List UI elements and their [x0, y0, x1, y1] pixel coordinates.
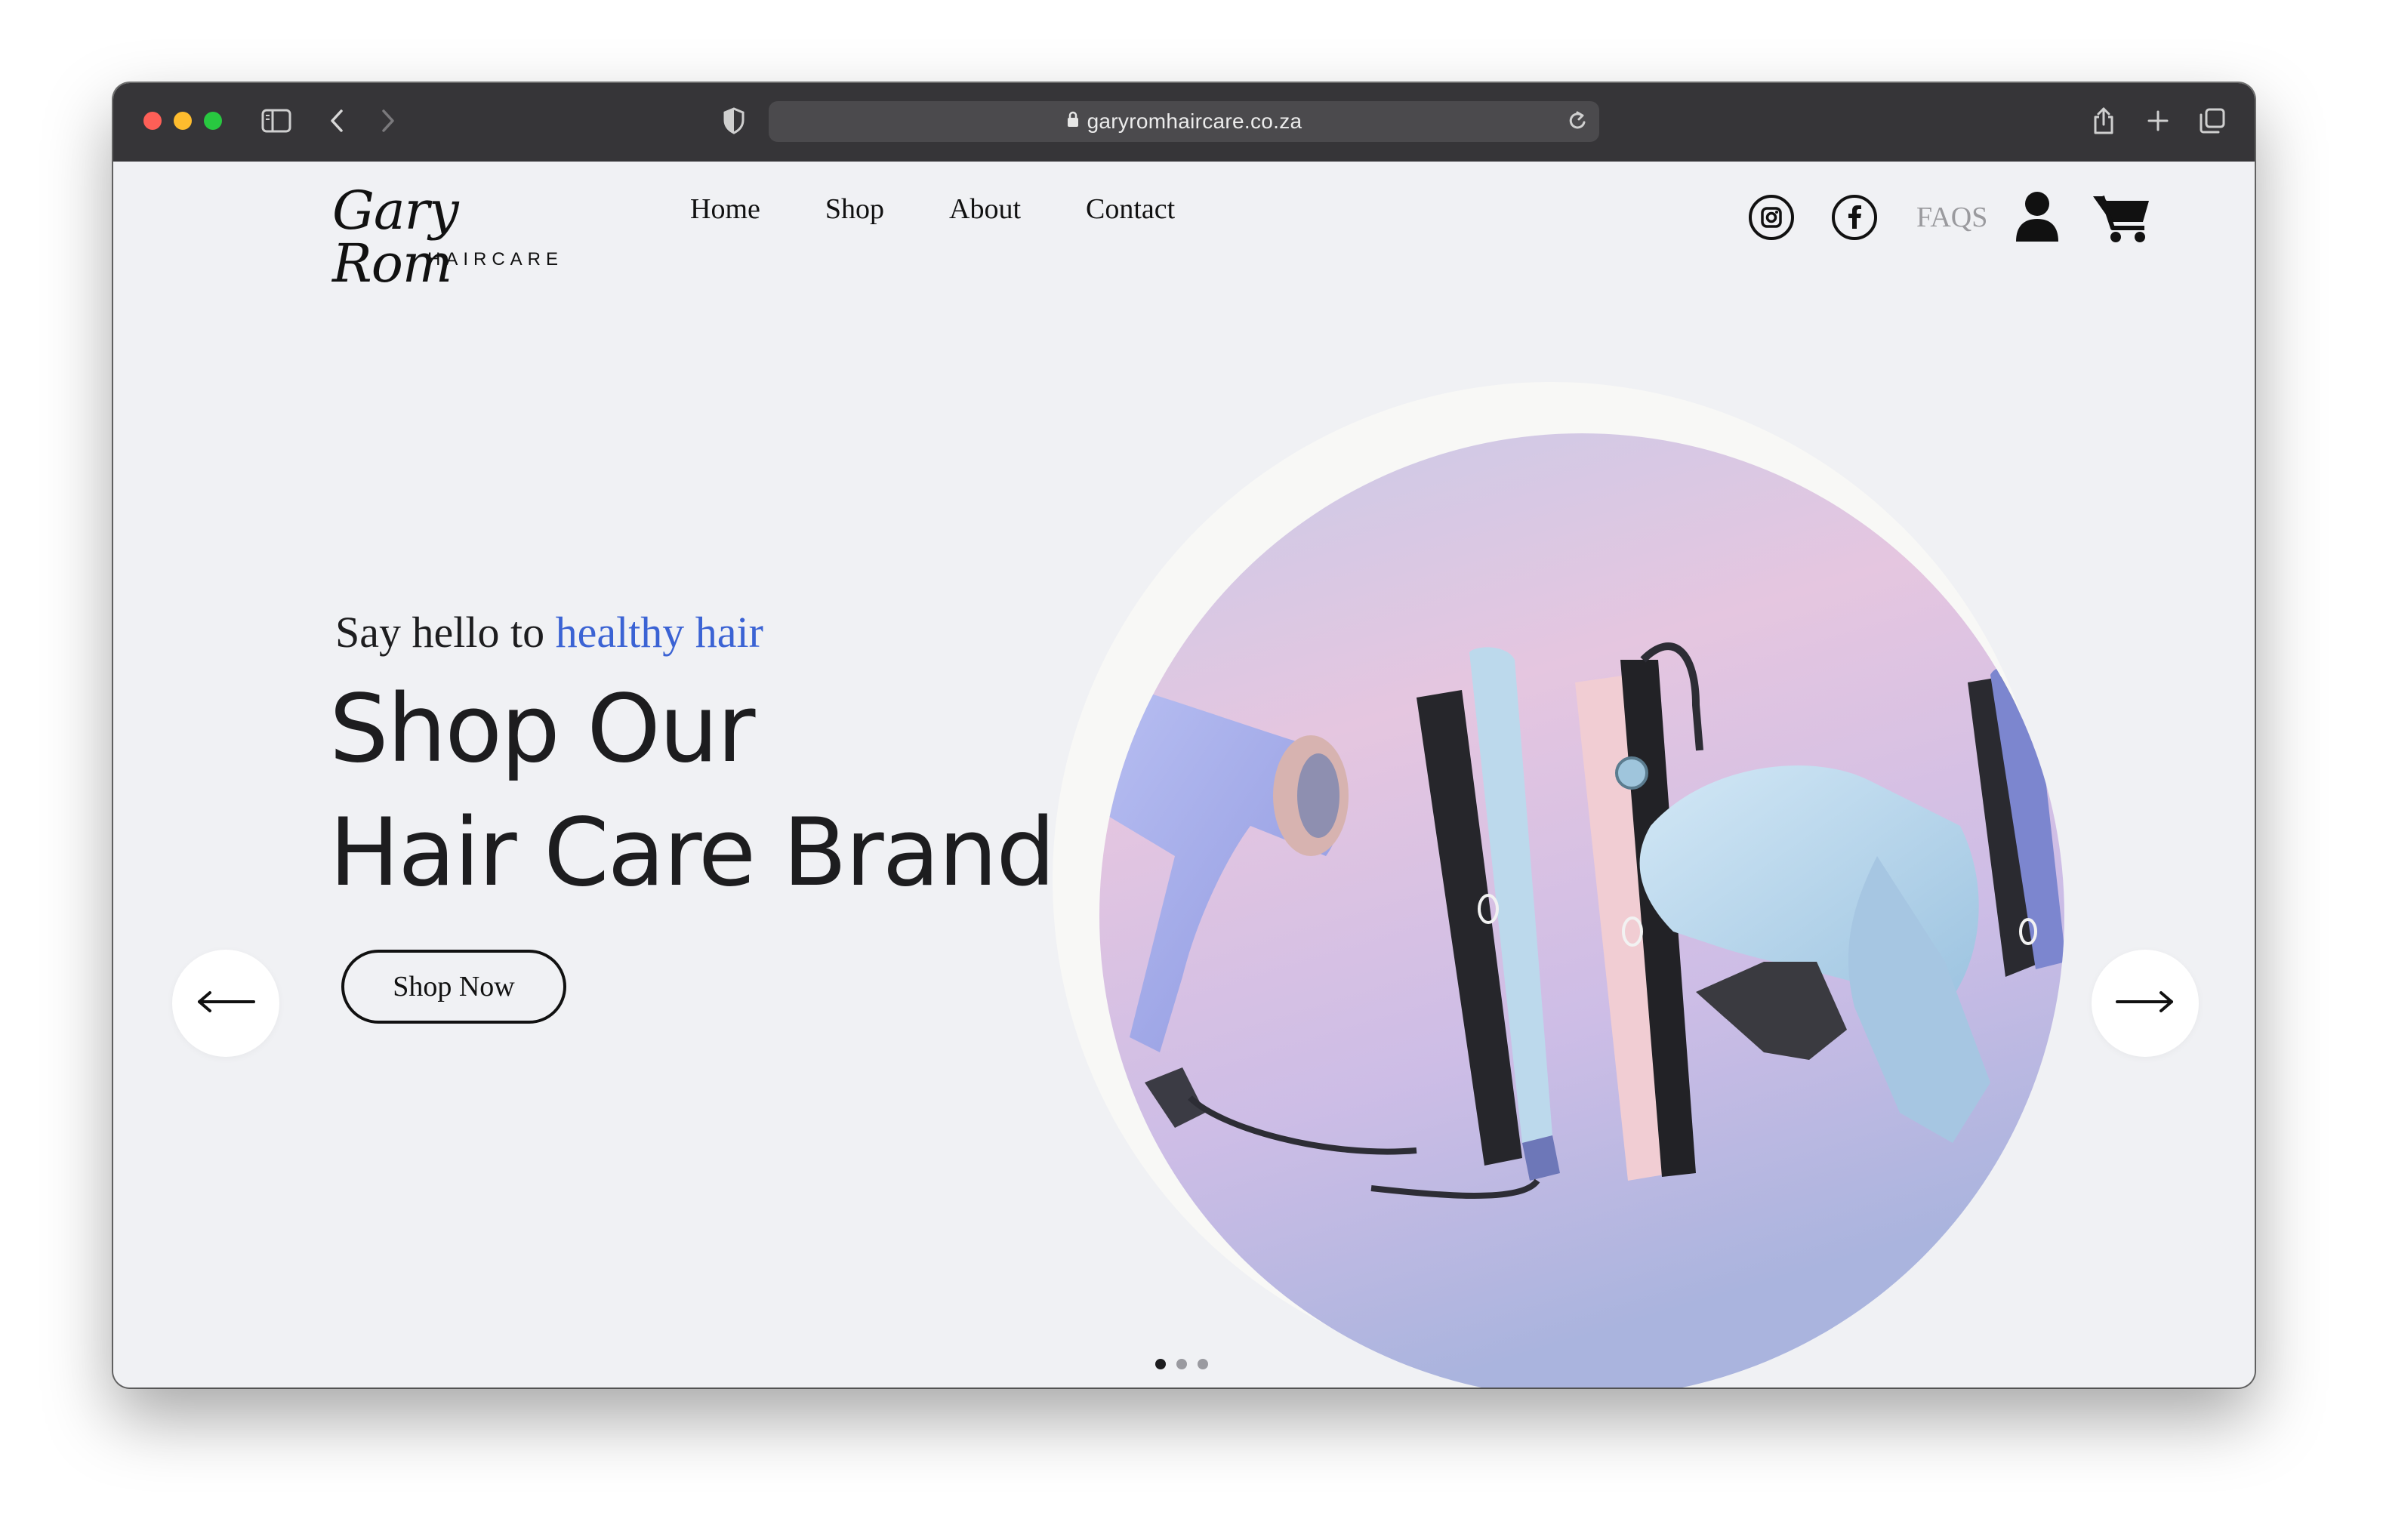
logo-subtitle: HAIRCARE — [427, 249, 564, 270]
instagram-icon[interactable] — [1749, 195, 1794, 240]
headline-line-1: Shop Our — [329, 675, 755, 784]
new-tab-icon[interactable] — [2143, 103, 2173, 139]
nav-about[interactable]: About — [949, 195, 1021, 223]
user-icon[interactable] — [2015, 190, 2060, 247]
previous-slide-button[interactable] — [172, 950, 279, 1057]
browser-toolbar: garyromhaircare.co.za — [113, 83, 2255, 162]
sidebar-icon[interactable] — [258, 103, 294, 139]
main-nav: Home Shop About Contact — [690, 195, 1240, 223]
maximize-window-button[interactable] — [204, 112, 222, 130]
brand-logo[interactable]: Gary Rom HAIRCARE — [332, 184, 574, 290]
hero-tagline: Say hello to healthy hair — [335, 607, 763, 658]
minimize-window-button[interactable] — [174, 112, 192, 130]
tabs-overview-icon[interactable] — [2196, 103, 2229, 139]
address-bar[interactable]: garyromhaircare.co.za — [769, 101, 1599, 142]
faqs-link[interactable]: FAQS — [1916, 201, 1987, 234]
reload-icon[interactable] — [1566, 109, 1589, 138]
arrow-left-icon — [195, 990, 257, 1017]
next-slide-button[interactable] — [2092, 950, 2199, 1057]
forward-icon[interactable] — [375, 103, 402, 139]
web-page: Gary Rom HAIRCARE Home Shop About Contac… — [113, 162, 2255, 1388]
share-icon[interactable] — [2089, 103, 2119, 139]
logo-script-text: Gary Rom — [332, 180, 459, 294]
slide-dot-2[interactable] — [1176, 1359, 1187, 1369]
tagline-accent: healthy hair — [555, 608, 763, 657]
arrow-right-icon — [2114, 990, 2176, 1017]
close-window-button[interactable] — [143, 112, 162, 130]
tagline-prefix: Say hello to — [335, 608, 556, 657]
facebook-icon[interactable] — [1832, 195, 1877, 240]
url-text: garyromhaircare.co.za — [1087, 109, 1302, 133]
shield-icon[interactable] — [719, 103, 749, 139]
hero-headline: Shop Our Hair Care Brand — [329, 667, 1056, 915]
cart-icon[interactable] — [2092, 192, 2152, 248]
nav-home[interactable]: Home — [690, 195, 760, 223]
slide-dot-1[interactable] — [1155, 1359, 1166, 1369]
browser-window: garyromhaircare.co.za Gary Rom HAIRCARE … — [113, 83, 2255, 1388]
headline-line-2: Hair Care Brand — [329, 799, 1056, 907]
slide-indicators — [1155, 1359, 1208, 1369]
nav-contact[interactable]: Contact — [1086, 195, 1175, 223]
hero-product-image — [1099, 433, 2064, 1388]
slide-dot-3[interactable] — [1198, 1359, 1208, 1369]
lock-icon — [1066, 109, 1080, 134]
back-icon[interactable] — [323, 103, 350, 139]
shop-now-button[interactable]: Shop Now — [341, 950, 566, 1024]
nav-shop[interactable]: Shop — [825, 195, 884, 223]
